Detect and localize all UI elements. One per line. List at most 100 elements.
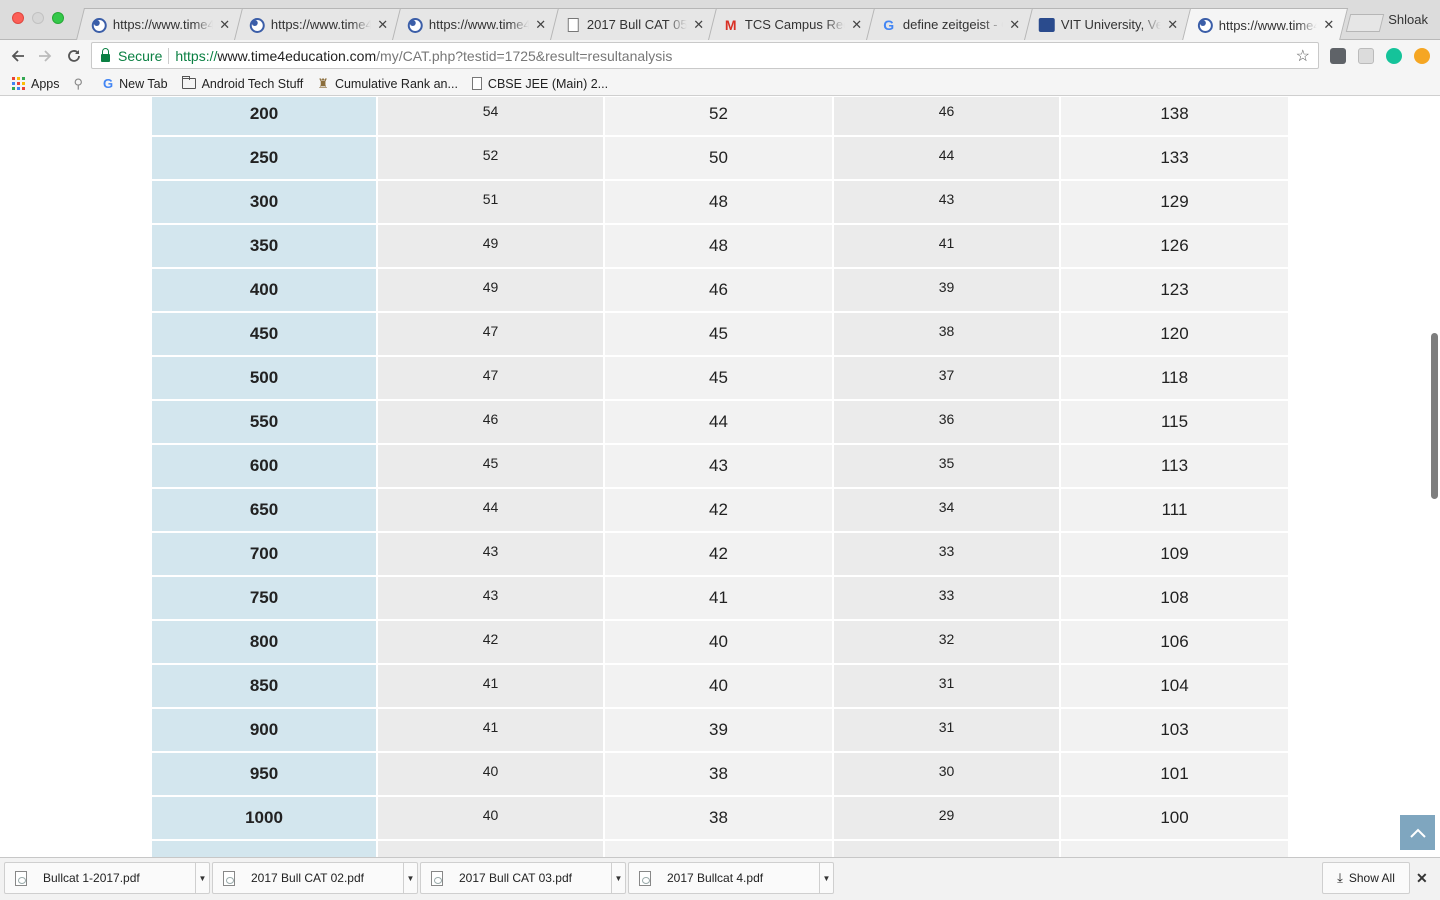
score-cell: 29 (834, 797, 1061, 839)
pdf-file-icon (431, 870, 443, 886)
score-cell: 44 (834, 137, 1061, 179)
tab-close-icon[interactable]: ✕ (377, 17, 389, 33)
bookmark-cumulative-rank[interactable]: ♜ Cumulative Rank an... (317, 76, 458, 92)
percentile-score-table: 200 54 52 46 138 250 52 50 44 133 300 51 48 43 129 350 4… (152, 97, 1288, 857)
table-row: 600 45 43 35 113 (152, 445, 1288, 489)
new-tab-button[interactable] (1345, 14, 1385, 32)
close-download-shelf-button[interactable]: ✕ (1416, 870, 1428, 887)
bookmark-apps[interactable]: Apps (12, 77, 60, 91)
tab-favicon: M (723, 17, 739, 33)
apps-grid-icon (12, 77, 25, 90)
show-all-downloads-button[interactable]: ⤓ Show All (1322, 862, 1410, 894)
bookmark-android-tech-stuff[interactable]: Android Tech Stuff (181, 76, 304, 91)
browser-tab[interactable]: https://www.time4education.com ✕ (1181, 8, 1349, 41)
document-icon (471, 77, 482, 90)
browser-tab[interactable]: 2017 Bull CAT 05 ✕ (550, 8, 718, 40)
tab-close-icon[interactable]: ✕ (693, 17, 705, 33)
extension-shield-icon[interactable] (1330, 48, 1346, 64)
score-cell: 37 (834, 357, 1061, 399)
window-zoom-button[interactable] (52, 12, 64, 24)
browser-tab[interactable]: https://www.time4education.com ✕ (76, 8, 244, 40)
bookmark-label: Android Tech Stuff (201, 76, 304, 91)
bookmark-star-icon[interactable]: ☆ (1296, 46, 1310, 66)
download-item[interactable]: Bullcat 1-2017.pdf ▼ (4, 862, 210, 894)
score-cell: 31 (834, 665, 1061, 707)
bookmark-label: New Tab (119, 76, 168, 91)
google-icon: G (883, 16, 895, 33)
profile-name[interactable]: Shloak (1388, 12, 1428, 27)
download-filename: Bullcat 1-2017.pdf (43, 871, 140, 885)
tab-close-icon[interactable]: ✕ (1323, 17, 1335, 33)
bookmark-search[interactable]: ⚲ (74, 76, 90, 92)
score-cell: 133 (1061, 137, 1288, 179)
browser-tab[interactable]: M TCS Campus Recruitment ✕ (708, 8, 876, 40)
rank-cell: 800 (152, 621, 378, 663)
download-menu-chevron-icon[interactable]: ▼ (819, 863, 833, 893)
browser-tab[interactable]: Gdefine zeitgeist - Google Search ✕ (866, 8, 1034, 40)
score-cell: 46 (378, 401, 605, 443)
score-cell: 34 (834, 489, 1061, 531)
site-favicon-icon: ♜ (317, 75, 329, 91)
download-menu-chevron-icon[interactable]: ▼ (195, 863, 209, 893)
rank-cell: 550 (152, 401, 378, 443)
score-cell (834, 841, 1061, 857)
tab-close-icon[interactable]: ✕ (851, 17, 863, 33)
forward-button[interactable] (33, 44, 57, 68)
window-close-button[interactable] (12, 12, 24, 24)
address-bar[interactable]: Secure https://www.time4education.com/my… (91, 42, 1319, 69)
tab-close-icon[interactable]: ✕ (535, 17, 547, 33)
download-item[interactable]: 2017 Bull CAT 03.pdf ▼ (420, 862, 626, 894)
score-cell: 106 (1061, 621, 1288, 663)
bookmark-label: CBSE JEE (Main) 2... (487, 76, 609, 91)
window-minimize-button[interactable] (32, 12, 44, 24)
tab-close-icon[interactable]: ✕ (1009, 17, 1021, 33)
download-menu-chevron-icon[interactable]: ▼ (403, 863, 417, 893)
tab-favicon (407, 17, 423, 33)
browser-toolbar: Secure https://www.time4education.com/my… (0, 40, 1440, 72)
score-cell: 41 (378, 665, 605, 707)
score-cell: 43 (378, 577, 605, 619)
table-row: 650 44 42 34 111 (152, 489, 1288, 533)
table-row: 300 51 48 43 129 (152, 181, 1288, 225)
score-cell: 44 (378, 489, 605, 531)
score-cell: 43 (605, 445, 834, 487)
bookmark-cbse-jee[interactable]: CBSE JEE (Main) 2... (471, 76, 609, 91)
table-row: 400 49 46 39 123 (152, 269, 1288, 313)
grammarly-icon[interactable] (1386, 48, 1402, 64)
scroll-to-top-button[interactable] (1400, 815, 1435, 850)
pdf-file-icon (223, 870, 235, 886)
tab-close-icon[interactable]: ✕ (219, 17, 231, 33)
table-row: 1000 40 38 29 100 (152, 797, 1288, 841)
extension-blank-icon[interactable] (1358, 48, 1374, 64)
table-row: 200 54 52 46 138 (152, 97, 1288, 137)
tab-close-icon[interactable]: ✕ (1167, 17, 1179, 33)
download-item[interactable]: 2017 Bullcat 4.pdf ▼ (628, 862, 834, 894)
back-button[interactable] (6, 44, 30, 68)
browser-tab[interactable]: VIT University, Vellore ✕ (1024, 8, 1192, 40)
score-cell: 120 (1061, 313, 1288, 355)
vertical-scrollbar[interactable] (1431, 333, 1438, 499)
reload-button[interactable] (62, 44, 86, 68)
tab-favicon (565, 17, 581, 33)
tab-favicon (91, 17, 107, 33)
rank-cell: 250 (152, 137, 378, 179)
score-cell: 39 (834, 269, 1061, 311)
browser-tab[interactable]: https://www.time4education.com ✕ (234, 8, 402, 40)
table-row: 950 40 38 30 101 (152, 753, 1288, 797)
extension-orange-icon[interactable] (1414, 48, 1430, 64)
download-item[interactable]: 2017 Bull CAT 02.pdf ▼ (212, 862, 418, 894)
rank-cell: 500 (152, 357, 378, 399)
score-cell: 41 (378, 709, 605, 751)
bookmark-new-tab[interactable]: G New Tab (103, 76, 168, 91)
browser-tab[interactable]: https://www.time4education.com ✕ (392, 8, 560, 40)
score-cell: 41 (834, 225, 1061, 267)
secure-label: Secure (118, 47, 163, 64)
time4education-favicon-icon (249, 17, 265, 32)
search-icon: ⚲ (73, 75, 84, 91)
download-menu-chevron-icon[interactable]: ▼ (611, 863, 625, 893)
tab-favicon (249, 17, 265, 33)
table-row: 250 52 50 44 133 (152, 137, 1288, 181)
score-cell (378, 841, 605, 857)
score-cell: 35 (834, 445, 1061, 487)
rank-cell: 900 (152, 709, 378, 751)
